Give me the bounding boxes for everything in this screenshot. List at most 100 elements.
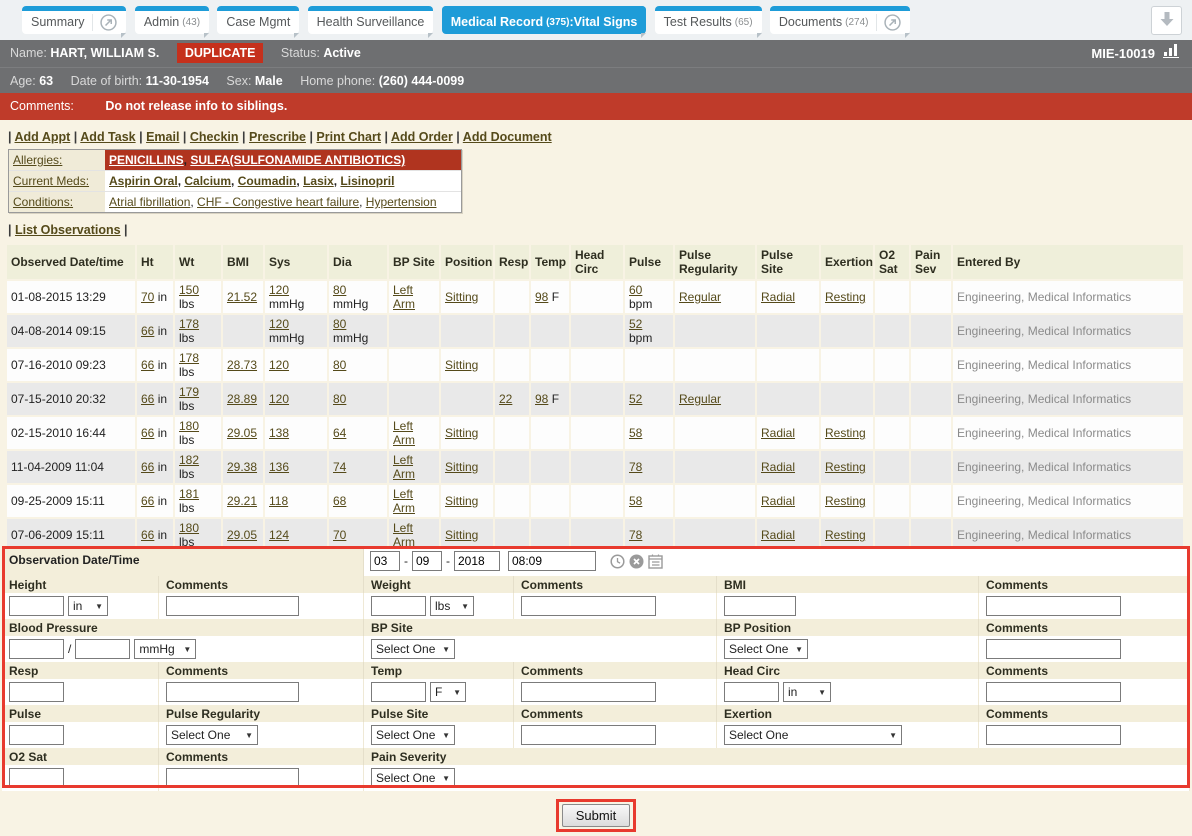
observation-value-link[interactable]: 66 xyxy=(141,494,154,508)
medication-link[interactable]: Lisinopril xyxy=(340,174,394,188)
temp-comments-input[interactable] xyxy=(521,682,656,702)
tab-documents[interactable]: Documents (274) xyxy=(770,6,911,34)
observation-value-link[interactable]: 21.52 xyxy=(227,290,257,304)
bp-diastolic-input[interactable] xyxy=(75,639,130,659)
date-day-input[interactable] xyxy=(412,551,442,571)
pain-severity-select[interactable]: Select One▼ xyxy=(371,768,455,788)
observation-value-link[interactable]: Sitting xyxy=(445,494,478,508)
pulse-comments-input[interactable] xyxy=(521,725,656,745)
head-circ-input[interactable] xyxy=(724,682,779,702)
bp-comments-input[interactable] xyxy=(986,639,1121,659)
observation-value-link[interactable]: 66 xyxy=(141,528,154,542)
observation-value-link[interactable]: 29.21 xyxy=(227,494,257,508)
tab-summary[interactable]: Summary xyxy=(22,6,126,34)
observation-value-link[interactable]: Sitting xyxy=(445,460,478,474)
resp-comments-input[interactable] xyxy=(166,682,299,702)
observation-value-link[interactable]: Regular xyxy=(679,290,721,304)
allergy-link[interactable]: SULFA(SULFONAMIDE ANTIBIOTICS) xyxy=(190,153,405,167)
action-link[interactable]: Add Document xyxy=(463,130,552,144)
medication-link[interactable]: Lasix xyxy=(303,174,334,188)
observation-value-link[interactable]: 98 xyxy=(535,290,548,304)
temp-input[interactable] xyxy=(371,682,426,702)
clock-icon[interactable] xyxy=(610,554,625,569)
observation-value-link[interactable]: Left Arm xyxy=(393,453,415,481)
observation-value-link[interactable]: Left Arm xyxy=(393,487,415,515)
observation-value-link[interactable]: Resting xyxy=(825,290,866,304)
observation-value-link[interactable]: 98 xyxy=(535,392,548,406)
download-button[interactable] xyxy=(1151,6,1182,35)
head-circ-comments-input[interactable] xyxy=(986,682,1121,702)
observation-value-link[interactable]: 66 xyxy=(141,426,154,440)
observation-value-link[interactable]: 58 xyxy=(629,494,642,508)
observation-value-link[interactable]: Resting xyxy=(825,494,866,508)
flowsheet-chart-icon[interactable] xyxy=(1163,40,1182,67)
bp-systolic-input[interactable] xyxy=(9,639,64,659)
weight-unit-select[interactable]: lbs▼ xyxy=(430,596,474,616)
bp-site-select[interactable]: Select One▼ xyxy=(371,639,455,659)
observation-value-link[interactable]: 136 xyxy=(269,460,289,474)
exertion-comments-input[interactable] xyxy=(986,725,1121,745)
observation-value-link[interactable]: 29.05 xyxy=(227,426,257,440)
observation-value-link[interactable]: 120 xyxy=(269,392,289,406)
clear-icon[interactable] xyxy=(629,554,644,569)
observation-value-link[interactable]: 70 xyxy=(141,290,154,304)
observation-value-link[interactable]: Sitting xyxy=(445,290,478,304)
tab-health-surveillance[interactable]: Health Surveillance xyxy=(308,6,434,34)
observation-value-link[interactable]: 178 xyxy=(179,351,199,365)
resp-input[interactable] xyxy=(9,682,64,702)
observation-value-link[interactable]: 120 xyxy=(269,358,289,372)
medication-link[interactable]: Calcium xyxy=(184,174,231,188)
allergy-link[interactable]: PENICILLINS xyxy=(109,153,184,167)
observation-value-link[interactable]: Radial xyxy=(761,290,795,304)
popout-icon[interactable] xyxy=(92,14,117,31)
observation-value-link[interactable]: Left Arm xyxy=(393,419,415,447)
observation-value-link[interactable]: Sitting xyxy=(445,358,478,372)
observation-value-link[interactable]: 80 xyxy=(333,283,346,297)
action-link[interactable]: Prescribe xyxy=(249,130,306,144)
observation-value-link[interactable]: 80 xyxy=(333,317,346,331)
date-month-input[interactable] xyxy=(370,551,400,571)
duplicate-badge[interactable]: DUPLICATE xyxy=(177,43,264,63)
observation-value-link[interactable]: 74 xyxy=(333,460,346,474)
observation-value-link[interactable]: 150 xyxy=(179,283,199,297)
observation-value-link[interactable]: Left Arm xyxy=(393,283,415,311)
observation-value-link[interactable]: 66 xyxy=(141,324,154,338)
temp-unit-select[interactable]: F▼ xyxy=(430,682,466,702)
observation-value-link[interactable]: 179 xyxy=(179,385,199,399)
observation-value-link[interactable]: 180 xyxy=(179,521,199,535)
bmi-comments-input[interactable] xyxy=(986,596,1121,616)
height-input[interactable] xyxy=(9,596,64,616)
observation-value-link[interactable]: 124 xyxy=(269,528,289,542)
observation-value-link[interactable]: 180 xyxy=(179,419,199,433)
observation-value-link[interactable]: 120 xyxy=(269,317,289,331)
observation-value-link[interactable]: 28.73 xyxy=(227,358,257,372)
observation-value-link[interactable]: 80 xyxy=(333,358,346,372)
time-input[interactable] xyxy=(508,551,596,571)
observation-value-link[interactable]: 66 xyxy=(141,392,154,406)
bp-position-select[interactable]: Select One▼ xyxy=(724,639,808,659)
observation-value-link[interactable]: 52 xyxy=(629,392,642,406)
exertion-select[interactable]: Select One▼ xyxy=(724,725,902,745)
observation-value-link[interactable]: 29.05 xyxy=(227,528,257,542)
observation-value-link[interactable]: 66 xyxy=(141,358,154,372)
submit-button[interactable]: Submit xyxy=(562,804,630,827)
condition-link[interactable]: Hypertension xyxy=(366,195,437,209)
observation-value-link[interactable]: Radial xyxy=(761,528,795,542)
observation-value-link[interactable]: 138 xyxy=(269,426,289,440)
weight-input[interactable] xyxy=(371,596,426,616)
observation-value-link[interactable]: 120 xyxy=(269,283,289,297)
action-link[interactable]: Checkin xyxy=(190,130,239,144)
observation-value-link[interactable]: 78 xyxy=(629,460,642,474)
observation-value-link[interactable]: Radial xyxy=(761,494,795,508)
height-comments-input[interactable] xyxy=(166,596,299,616)
observation-value-link[interactable]: Left Arm xyxy=(393,521,415,546)
observation-value-link[interactable]: 68 xyxy=(333,494,346,508)
calendar-icon[interactable] xyxy=(648,554,663,569)
pulse-input[interactable] xyxy=(9,725,64,745)
medication-link[interactable]: Aspirin Oral xyxy=(109,174,178,188)
action-link[interactable]: Add Order xyxy=(391,130,453,144)
observation-value-link[interactable]: 66 xyxy=(141,460,154,474)
action-link[interactable]: Email xyxy=(146,130,179,144)
action-link[interactable]: Add Task xyxy=(80,130,135,144)
tab-case-mgmt[interactable]: Case Mgmt xyxy=(217,6,299,34)
